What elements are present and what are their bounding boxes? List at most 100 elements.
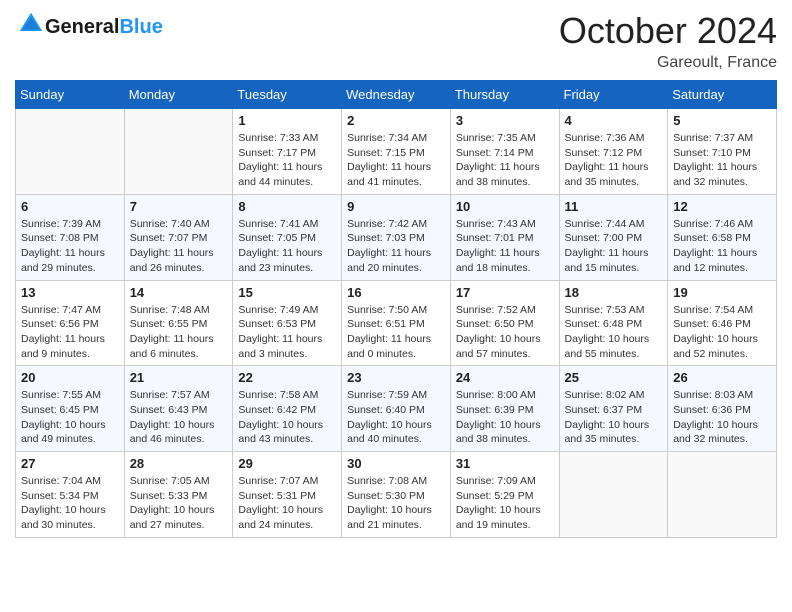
- logo: GeneralBlue: [15, 10, 163, 43]
- calendar-cell: 15 Sunrise: 7:49 AMSunset: 6:53 PMDayligh…: [233, 280, 342, 366]
- day-number: 10: [456, 199, 554, 214]
- day-info: Sunrise: 7:47 AMSunset: 6:56 PMDaylight:…: [21, 303, 119, 362]
- calendar-week-row: 27Sunrise: 7:04 AMSunset: 5:34 PMDayligh…: [16, 452, 777, 538]
- day-header-saturday: Saturday: [668, 81, 777, 109]
- calendar-cell: 5 Sunrise: 7:37 AMSunset: 7:10 PMDaylight…: [668, 109, 777, 195]
- day-info: Sunrise: 7:34 AMSunset: 7:15 PMDaylight:…: [347, 131, 445, 190]
- day-number: 30: [347, 456, 445, 471]
- page-header: GeneralBlue October 2024 Gareoult, Franc…: [15, 10, 777, 72]
- calendar-cell: 19 Sunrise: 7:54 AMSunset: 6:46 PMDayligh…: [668, 280, 777, 366]
- day-header-thursday: Thursday: [450, 81, 559, 109]
- day-info: Sunrise: 7:39 AMSunset: 7:08 PMDaylight:…: [21, 217, 119, 276]
- location: Gareoult, France: [559, 54, 777, 72]
- day-number: 21: [130, 370, 228, 385]
- day-number: 18: [565, 285, 663, 300]
- logo-icon: [17, 10, 45, 38]
- day-number: 13: [21, 285, 119, 300]
- day-number: 19: [673, 285, 771, 300]
- calendar-cell: 29 Sunrise: 7:07 AMSunset: 5:31 PMDayligh…: [233, 452, 342, 538]
- calendar-cell: 30 Sunrise: 7:08 AMSunset: 5:30 PMDayligh…: [342, 452, 451, 538]
- day-number: 8: [238, 199, 336, 214]
- calendar-cell: 17Sunrise: 7:52 AMSunset: 6:50 PMDayligh…: [450, 280, 559, 366]
- day-number: 4: [565, 113, 663, 128]
- calendar-cell: 18 Sunrise: 7:53 AMSunset: 6:48 PMDayligh…: [559, 280, 668, 366]
- day-info: Sunrise: 8:02 AMSunset: 6:37 PMDaylight:…: [565, 388, 663, 447]
- calendar-cell: [124, 109, 233, 195]
- calendar-cell: 16Sunrise: 7:50 AMSunset: 6:51 PMDayligh…: [342, 280, 451, 366]
- calendar-cell: [16, 109, 125, 195]
- calendar-cell: 7 Sunrise: 7:40 AMSunset: 7:07 PMDaylight…: [124, 194, 233, 280]
- calendar-cell: 28Sunrise: 7:05 AMSunset: 5:33 PMDayligh…: [124, 452, 233, 538]
- day-info: Sunrise: 7:54 AMSunset: 6:46 PMDaylight:…: [673, 303, 771, 362]
- day-info: Sunrise: 7:58 AMSunset: 6:42 PMDaylight:…: [238, 388, 336, 447]
- calendar-week-row: 6 Sunrise: 7:39 AMSunset: 7:08 PMDaylight…: [16, 194, 777, 280]
- day-number: 22: [238, 370, 336, 385]
- day-info: Sunrise: 7:50 AMSunset: 6:51 PMDaylight:…: [347, 303, 445, 362]
- day-info: Sunrise: 7:49 AMSunset: 6:53 PMDaylight:…: [238, 303, 336, 362]
- day-number: 25: [565, 370, 663, 385]
- day-number: 29: [238, 456, 336, 471]
- calendar-cell: 21 Sunrise: 7:57 AMSunset: 6:43 PMDayligh…: [124, 366, 233, 452]
- calendar-cell: 25 Sunrise: 8:02 AMSunset: 6:37 PMDayligh…: [559, 366, 668, 452]
- calendar-cell: 14 Sunrise: 7:48 AMSunset: 6:55 PMDayligh…: [124, 280, 233, 366]
- calendar-cell: [559, 452, 668, 538]
- day-info: Sunrise: 7:08 AMSunset: 5:30 PMDaylight:…: [347, 474, 445, 533]
- calendar-cell: 8 Sunrise: 7:41 AMSunset: 7:05 PMDaylight…: [233, 194, 342, 280]
- day-info: Sunrise: 7:53 AMSunset: 6:48 PMDaylight:…: [565, 303, 663, 362]
- day-info: Sunrise: 7:57 AMSunset: 6:43 PMDaylight:…: [130, 388, 228, 447]
- day-info: Sunrise: 7:36 AMSunset: 7:12 PMDaylight:…: [565, 131, 663, 190]
- day-number: 1: [238, 113, 336, 128]
- logo-general: General: [45, 16, 119, 38]
- day-number: 9: [347, 199, 445, 214]
- day-number: 14: [130, 285, 228, 300]
- day-number: 7: [130, 199, 228, 214]
- calendar-cell: 27Sunrise: 7:04 AMSunset: 5:34 PMDayligh…: [16, 452, 125, 538]
- calendar-cell: 11Sunrise: 7:44 AMSunset: 7:00 PMDayligh…: [559, 194, 668, 280]
- day-number: 17: [456, 285, 554, 300]
- day-info: Sunrise: 7:40 AMSunset: 7:07 PMDaylight:…: [130, 217, 228, 276]
- day-info: Sunrise: 8:00 AMSunset: 6:39 PMDaylight:…: [456, 388, 554, 447]
- day-number: 31: [456, 456, 554, 471]
- calendar-cell: 12 Sunrise: 7:46 AMSunset: 6:58 PMDayligh…: [668, 194, 777, 280]
- day-number: 5: [673, 113, 771, 128]
- day-header-sunday: Sunday: [16, 81, 125, 109]
- day-info: Sunrise: 7:43 AMSunset: 7:01 PMDaylight:…: [456, 217, 554, 276]
- day-info: Sunrise: 7:48 AMSunset: 6:55 PMDaylight:…: [130, 303, 228, 362]
- day-info: Sunrise: 7:59 AMSunset: 6:40 PMDaylight:…: [347, 388, 445, 447]
- day-info: Sunrise: 7:55 AMSunset: 6:45 PMDaylight:…: [21, 388, 119, 447]
- day-info: Sunrise: 7:41 AMSunset: 7:05 PMDaylight:…: [238, 217, 336, 276]
- calendar-cell: 26 Sunrise: 8:03 AMSunset: 6:36 PMDayligh…: [668, 366, 777, 452]
- day-info: Sunrise: 7:42 AMSunset: 7:03 PMDaylight:…: [347, 217, 445, 276]
- day-info: Sunrise: 7:35 AMSunset: 7:14 PMDaylight:…: [456, 131, 554, 190]
- day-header-monday: Monday: [124, 81, 233, 109]
- day-number: 26: [673, 370, 771, 385]
- day-header-friday: Friday: [559, 81, 668, 109]
- day-info: Sunrise: 7:05 AMSunset: 5:33 PMDaylight:…: [130, 474, 228, 533]
- day-info: Sunrise: 8:03 AMSunset: 6:36 PMDaylight:…: [673, 388, 771, 447]
- day-info: Sunrise: 7:07 AMSunset: 5:31 PMDaylight:…: [238, 474, 336, 533]
- day-number: 27: [21, 456, 119, 471]
- calendar-cell: 9 Sunrise: 7:42 AMSunset: 7:03 PMDaylight…: [342, 194, 451, 280]
- day-number: 2: [347, 113, 445, 128]
- calendar-cell: 31 Sunrise: 7:09 AMSunset: 5:29 PMDayligh…: [450, 452, 559, 538]
- day-number: 12: [673, 199, 771, 214]
- calendar-cell: 4 Sunrise: 7:36 AMSunset: 7:12 PMDaylight…: [559, 109, 668, 195]
- calendar-cell: 23Sunrise: 7:59 AMSunset: 6:40 PMDayligh…: [342, 366, 451, 452]
- calendar-cell: [668, 452, 777, 538]
- logo-blue: Blue: [119, 16, 162, 38]
- day-header-wednesday: Wednesday: [342, 81, 451, 109]
- day-info: Sunrise: 7:09 AMSunset: 5:29 PMDaylight:…: [456, 474, 554, 533]
- day-number: 24: [456, 370, 554, 385]
- calendar-cell: 10 Sunrise: 7:43 AMSunset: 7:01 PMDayligh…: [450, 194, 559, 280]
- day-number: 6: [21, 199, 119, 214]
- calendar-cell: 3Sunrise: 7:35 AMSunset: 7:14 PMDaylight…: [450, 109, 559, 195]
- calendar-cell: 1Sunrise: 7:33 AMSunset: 7:17 PMDaylight…: [233, 109, 342, 195]
- day-info: Sunrise: 7:46 AMSunset: 6:58 PMDaylight:…: [673, 217, 771, 276]
- day-number: 15: [238, 285, 336, 300]
- day-info: Sunrise: 7:37 AMSunset: 7:10 PMDaylight:…: [673, 131, 771, 190]
- calendar-cell: 13 Sunrise: 7:47 AMSunset: 6:56 PMDayligh…: [16, 280, 125, 366]
- calendar-table: SundayMondayTuesdayWednesdayThursdayFrid…: [15, 80, 777, 538]
- calendar-cell: 2 Sunrise: 7:34 AMSunset: 7:15 PMDaylight…: [342, 109, 451, 195]
- day-number: 20: [21, 370, 119, 385]
- day-info: Sunrise: 7:44 AMSunset: 7:00 PMDaylight:…: [565, 217, 663, 276]
